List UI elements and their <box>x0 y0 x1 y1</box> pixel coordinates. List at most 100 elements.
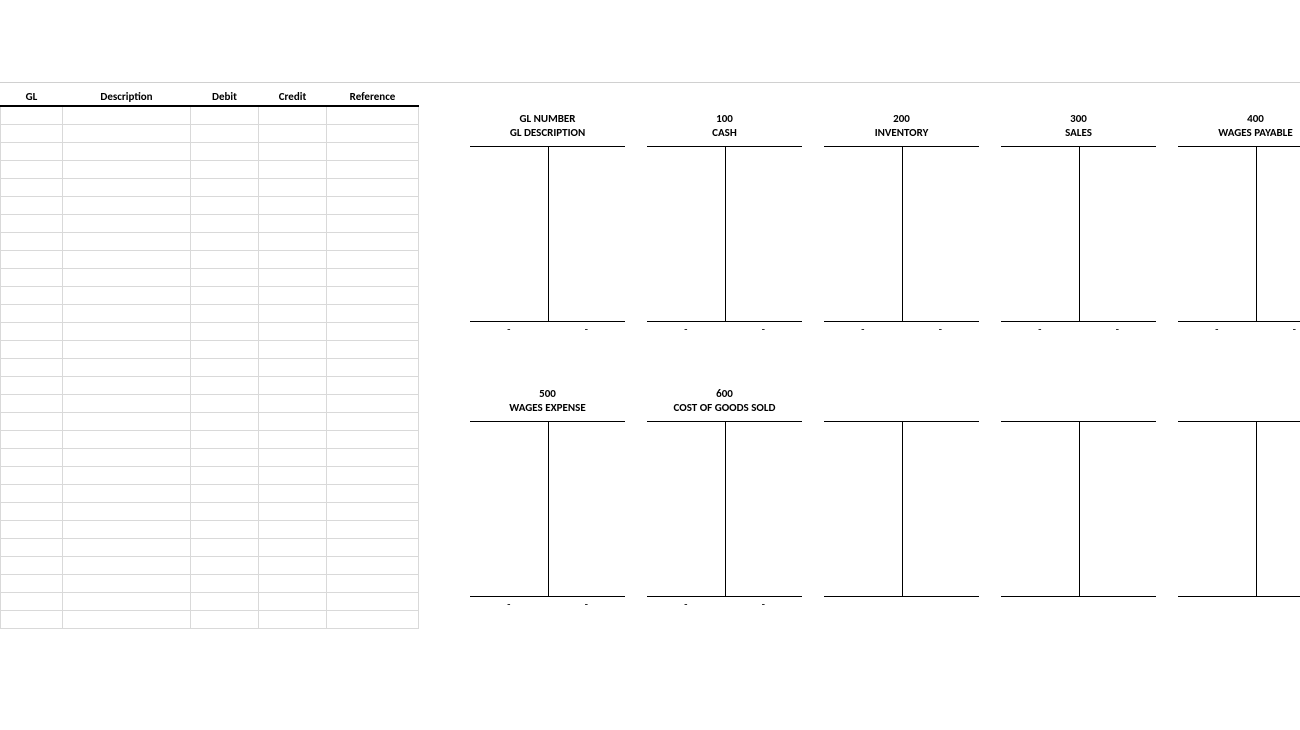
journal-cell[interactable] <box>327 124 419 142</box>
journal-cell[interactable] <box>327 286 419 304</box>
journal-cell[interactable] <box>327 268 419 286</box>
journal-cell[interactable] <box>191 412 259 430</box>
journal-cell[interactable] <box>327 466 419 484</box>
journal-cell[interactable] <box>1 286 63 304</box>
journal-cell[interactable] <box>191 358 259 376</box>
journal-cell[interactable] <box>63 142 191 160</box>
journal-cell[interactable] <box>1 214 63 232</box>
journal-cell[interactable] <box>259 178 327 196</box>
journal-cell[interactable] <box>63 430 191 448</box>
journal-cell[interactable] <box>191 574 259 592</box>
journal-row[interactable] <box>1 142 419 160</box>
journal-cell[interactable] <box>63 214 191 232</box>
journal-row[interactable] <box>1 268 419 286</box>
journal-cell[interactable] <box>1 484 63 502</box>
journal-cell[interactable] <box>327 412 419 430</box>
journal-cell[interactable] <box>327 304 419 322</box>
journal-row[interactable] <box>1 502 419 520</box>
journal-cell[interactable] <box>327 232 419 250</box>
journal-cell[interactable] <box>259 466 327 484</box>
journal-cell[interactable] <box>259 124 327 142</box>
journal-cell[interactable] <box>63 394 191 412</box>
journal-cell[interactable] <box>327 430 419 448</box>
journal-cell[interactable] <box>191 178 259 196</box>
journal-cell[interactable] <box>1 412 63 430</box>
journal-cell[interactable] <box>191 340 259 358</box>
journal-cell[interactable] <box>1 466 63 484</box>
journal-cell[interactable] <box>63 268 191 286</box>
journal-row[interactable] <box>1 304 419 322</box>
journal-cell[interactable] <box>327 394 419 412</box>
journal-cell[interactable] <box>1 124 63 142</box>
journal-cell[interactable] <box>63 466 191 484</box>
journal-cell[interactable] <box>191 520 259 538</box>
journal-cell[interactable] <box>259 448 327 466</box>
journal-cell[interactable] <box>1 142 63 160</box>
journal-cell[interactable] <box>1 250 63 268</box>
journal-cell[interactable] <box>191 196 259 214</box>
journal-cell[interactable] <box>327 484 419 502</box>
journal-cell[interactable] <box>63 232 191 250</box>
journal-cell[interactable] <box>63 304 191 322</box>
journal-cell[interactable] <box>63 592 191 610</box>
journal-row[interactable] <box>1 592 419 610</box>
journal-cell[interactable] <box>327 574 419 592</box>
journal-cell[interactable] <box>1 268 63 286</box>
journal-cell[interactable] <box>259 196 327 214</box>
journal-cell[interactable] <box>191 376 259 394</box>
journal-cell[interactable] <box>63 322 191 340</box>
journal-row[interactable] <box>1 196 419 214</box>
journal-cell[interactable] <box>191 322 259 340</box>
journal-cell[interactable] <box>191 466 259 484</box>
journal-cell[interactable] <box>327 556 419 574</box>
journal-cell[interactable] <box>63 502 191 520</box>
journal-cell[interactable] <box>1 106 63 124</box>
journal-cell[interactable] <box>191 160 259 178</box>
journal-cell[interactable] <box>327 610 419 628</box>
journal-cell[interactable] <box>259 556 327 574</box>
journal-row[interactable] <box>1 430 419 448</box>
journal-cell[interactable] <box>259 286 327 304</box>
journal-cell[interactable] <box>191 286 259 304</box>
journal-cell[interactable] <box>63 538 191 556</box>
journal-cell[interactable] <box>63 340 191 358</box>
journal-cell[interactable] <box>1 502 63 520</box>
journal-row[interactable] <box>1 358 419 376</box>
journal-cell[interactable] <box>259 484 327 502</box>
journal-row[interactable] <box>1 412 419 430</box>
journal-cell[interactable] <box>259 268 327 286</box>
journal-cell[interactable] <box>259 574 327 592</box>
journal-cell[interactable] <box>1 376 63 394</box>
journal-cell[interactable] <box>63 412 191 430</box>
journal-cell[interactable] <box>191 430 259 448</box>
journal-cell[interactable] <box>191 448 259 466</box>
journal-cell[interactable] <box>1 610 63 628</box>
journal-cell[interactable] <box>1 556 63 574</box>
journal-row[interactable] <box>1 250 419 268</box>
journal-cell[interactable] <box>259 142 327 160</box>
journal-cell[interactable] <box>191 142 259 160</box>
journal-cell[interactable] <box>259 394 327 412</box>
journal-cell[interactable] <box>1 394 63 412</box>
journal-cell[interactable] <box>327 358 419 376</box>
journal-cell[interactable] <box>259 340 327 358</box>
journal-cell[interactable] <box>327 178 419 196</box>
journal-cell[interactable] <box>191 214 259 232</box>
journal-cell[interactable] <box>259 304 327 322</box>
journal-cell[interactable] <box>191 556 259 574</box>
journal-cell[interactable] <box>63 286 191 304</box>
journal-cell[interactable] <box>259 250 327 268</box>
journal-cell[interactable] <box>259 520 327 538</box>
journal-cell[interactable] <box>1 358 63 376</box>
journal-cell[interactable] <box>63 520 191 538</box>
journal-cell[interactable] <box>327 520 419 538</box>
journal-cell[interactable] <box>191 232 259 250</box>
journal-cell[interactable] <box>1 304 63 322</box>
journal-cell[interactable] <box>327 196 419 214</box>
journal-cell[interactable] <box>327 322 419 340</box>
journal-cell[interactable] <box>327 142 419 160</box>
journal-cell[interactable] <box>191 502 259 520</box>
journal-cell[interactable] <box>259 592 327 610</box>
journal-cell[interactable] <box>191 250 259 268</box>
journal-cell[interactable] <box>259 358 327 376</box>
